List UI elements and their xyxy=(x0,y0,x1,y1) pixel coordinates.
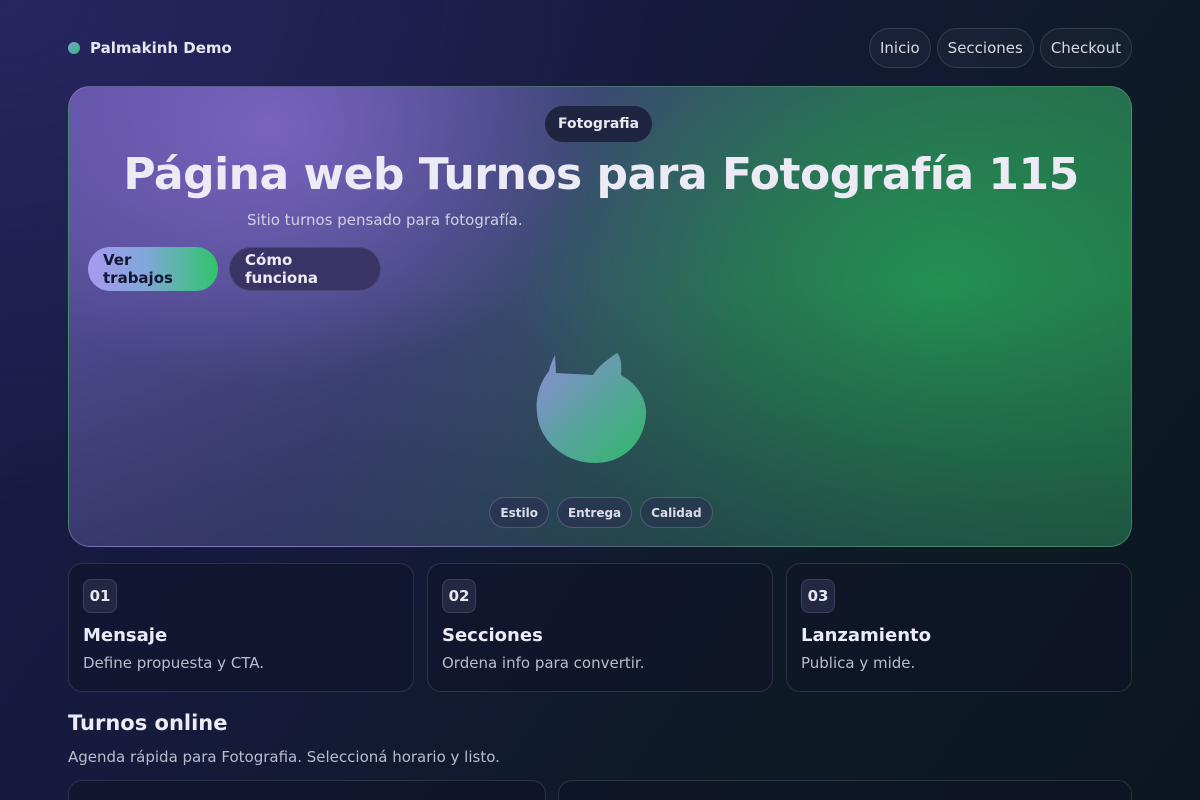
step-description: Publica y mide. xyxy=(801,654,916,672)
hero-category-tag: Fotografia xyxy=(545,106,653,142)
top-nav: Palmakinh Demo Inicio Secciones Checkout xyxy=(68,28,1132,68)
steps-section: 01 Mensaje Define propuesta y CTA. 02 Se… xyxy=(68,563,1132,692)
nav-link-secciones[interactable]: Secciones xyxy=(936,28,1034,68)
hero-section: Fotografia Página web Turnos para Fotogr… xyxy=(68,86,1132,547)
step-number: 01 xyxy=(83,579,117,613)
step-card: 01 Mensaje Define propuesta y CTA. xyxy=(68,563,414,692)
step-title: Lanzamiento xyxy=(801,625,931,646)
step-card: 02 Secciones Ordena info para convertir. xyxy=(427,563,773,692)
step-number: 03 xyxy=(801,579,835,613)
step-number: 02 xyxy=(442,579,476,613)
hero-title: Página web Turnos para Fotografía 115 xyxy=(123,149,1079,200)
chip-estilo: Estilo xyxy=(489,497,549,528)
booking-slots-card xyxy=(558,780,1132,800)
brand-logo-dot xyxy=(68,42,80,54)
step-description: Ordena info para convertir. xyxy=(442,654,645,672)
como-funciona-button[interactable]: Cómo funciona xyxy=(229,247,381,291)
hero-feature-chips: Estilo Entrega Calidad xyxy=(69,497,1131,528)
chip-calidad: Calidad xyxy=(640,497,713,528)
brand[interactable]: Palmakinh Demo xyxy=(68,39,232,57)
turnos-section-title: Turnos online xyxy=(68,711,228,735)
turnos-section-subtitle: Agenda rápida para Fotografia. Seleccion… xyxy=(68,748,500,766)
nav-links: Inicio Secciones Checkout xyxy=(868,28,1132,68)
ver-trabajos-button[interactable]: Ver trabajos xyxy=(88,247,218,291)
step-title: Secciones xyxy=(442,625,543,646)
chip-entrega: Entrega xyxy=(556,497,633,528)
brand-name: Palmakinh Demo xyxy=(90,39,232,57)
booking-form-card xyxy=(68,780,546,800)
nav-link-inicio[interactable]: Inicio xyxy=(868,28,931,68)
nav-link-checkout[interactable]: Checkout xyxy=(1039,28,1132,68)
step-description: Define propuesta y CTA. xyxy=(83,654,265,672)
step-card: 03 Lanzamiento Publica y mide. xyxy=(786,563,1132,692)
step-title: Mensaje xyxy=(83,625,168,646)
hero-subtitle: Sitio turnos pensado para fotografía. xyxy=(247,211,523,229)
camera-blob-icon xyxy=(536,353,647,463)
